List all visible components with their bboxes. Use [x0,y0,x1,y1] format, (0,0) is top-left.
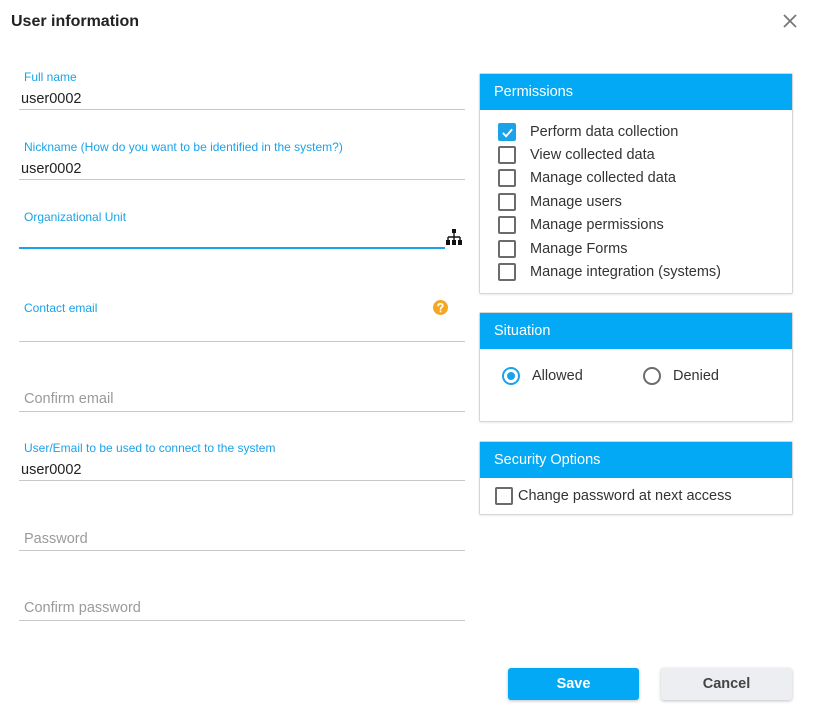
permission-checkbox[interactable] [498,146,516,165]
full-name-underline [19,109,465,110]
password-field[interactable]: Password [19,528,465,554]
organizational-unit-label: Organizational Unit [24,210,127,224]
permission-label: Perform data collection [530,123,679,140]
situation-header: Situation [480,313,792,349]
radio-denied-control[interactable] [643,367,661,385]
permission-item[interactable]: Manage Forms [498,237,792,260]
password-underline [19,550,465,551]
permission-checkbox[interactable] [498,192,516,211]
login-field[interactable]: User/Email to be used to connect to the … [19,440,465,484]
security-options-header: Security Options [480,442,792,478]
permission-checkbox[interactable] [498,239,516,258]
save-button[interactable]: Save [508,668,639,700]
permission-checkbox[interactable] [498,169,516,188]
change-password-label: Change password at next access [518,487,732,504]
confirm-password-underline [19,620,465,621]
permission-label: Manage collected data [530,170,676,187]
full-name-value: user0002 [21,91,82,107]
permission-item[interactable]: View collected data [498,143,792,166]
confirm-email-underline [19,411,465,412]
permission-label: Manage permissions [530,217,664,234]
radio-allowed-control[interactable] [502,367,520,385]
permission-item[interactable]: Manage users [498,190,792,213]
password-placeholder: Password [24,531,88,547]
close-button[interactable] [780,11,800,31]
confirm-email-placeholder: Confirm email [24,391,114,407]
security-options-panel: Security Options Change password at next… [479,441,793,515]
permissions-panel: Permissions Perform data collection View … [479,73,793,294]
nickname-label: Nickname (How do you want to be identifi… [24,140,343,154]
permission-label: Manage integration (systems) [530,264,721,281]
organizational-unit-field[interactable]: Organizational Unit [19,208,465,252]
situation-panel: Situation Allowed Denied [479,312,793,422]
nickname-field[interactable]: Nickname (How do you want to be identifi… [19,138,465,182]
login-label: User/Email to be used to connect to the … [24,441,276,455]
permission-checkbox[interactable] [498,122,516,141]
user-information-dialog: User information Full name user0002 Nick… [0,0,813,708]
full-name-label: Full name [24,70,77,84]
permissions-header: Permissions [480,74,792,110]
permission-label: View collected data [530,147,655,164]
dialog-title: User information [11,13,140,30]
radio-denied[interactable]: Denied [643,367,719,385]
help-icon[interactable] [433,300,448,315]
radio-allowed[interactable]: Allowed [502,367,583,385]
contact-email-label: Contact email [24,301,98,315]
nickname-value: user0002 [21,161,82,177]
full-name-field[interactable]: Full name user0002 [19,68,465,112]
close-icon [783,14,797,28]
permissions-list: Perform data collection View collected da… [480,110,792,284]
permission-item[interactable]: Manage permissions [498,214,792,237]
contact-email-field[interactable]: Contact email [19,300,465,344]
change-password-checkbox-row[interactable]: Change password at next access [480,484,792,507]
permission-item[interactable]: Manage collected data [498,167,792,190]
permission-checkbox[interactable] [498,263,516,282]
nickname-underline [19,179,465,180]
org-chart-icon[interactable] [445,229,463,245]
organizational-unit-underline [19,247,445,249]
radio-allowed-label: Allowed [532,368,583,384]
permission-label: Manage users [530,193,622,210]
radio-denied-label: Denied [673,368,719,384]
permission-label: Manage Forms [530,240,628,257]
confirm-password-placeholder: Confirm password [24,600,141,616]
confirm-email-field[interactable]: Confirm email [19,388,465,414]
cancel-button[interactable]: Cancel [661,668,792,700]
confirm-password-field[interactable]: Confirm password [19,597,465,623]
login-value: user0002 [21,462,82,478]
permission-item[interactable]: Perform data collection [498,120,792,143]
login-underline [19,480,465,481]
change-password-checkbox[interactable] [495,486,513,505]
permission-item[interactable]: Manage integration (systems) [498,260,792,283]
contact-email-underline [19,341,465,342]
checkmark-icon [502,128,513,138]
permission-checkbox[interactable] [498,216,516,235]
